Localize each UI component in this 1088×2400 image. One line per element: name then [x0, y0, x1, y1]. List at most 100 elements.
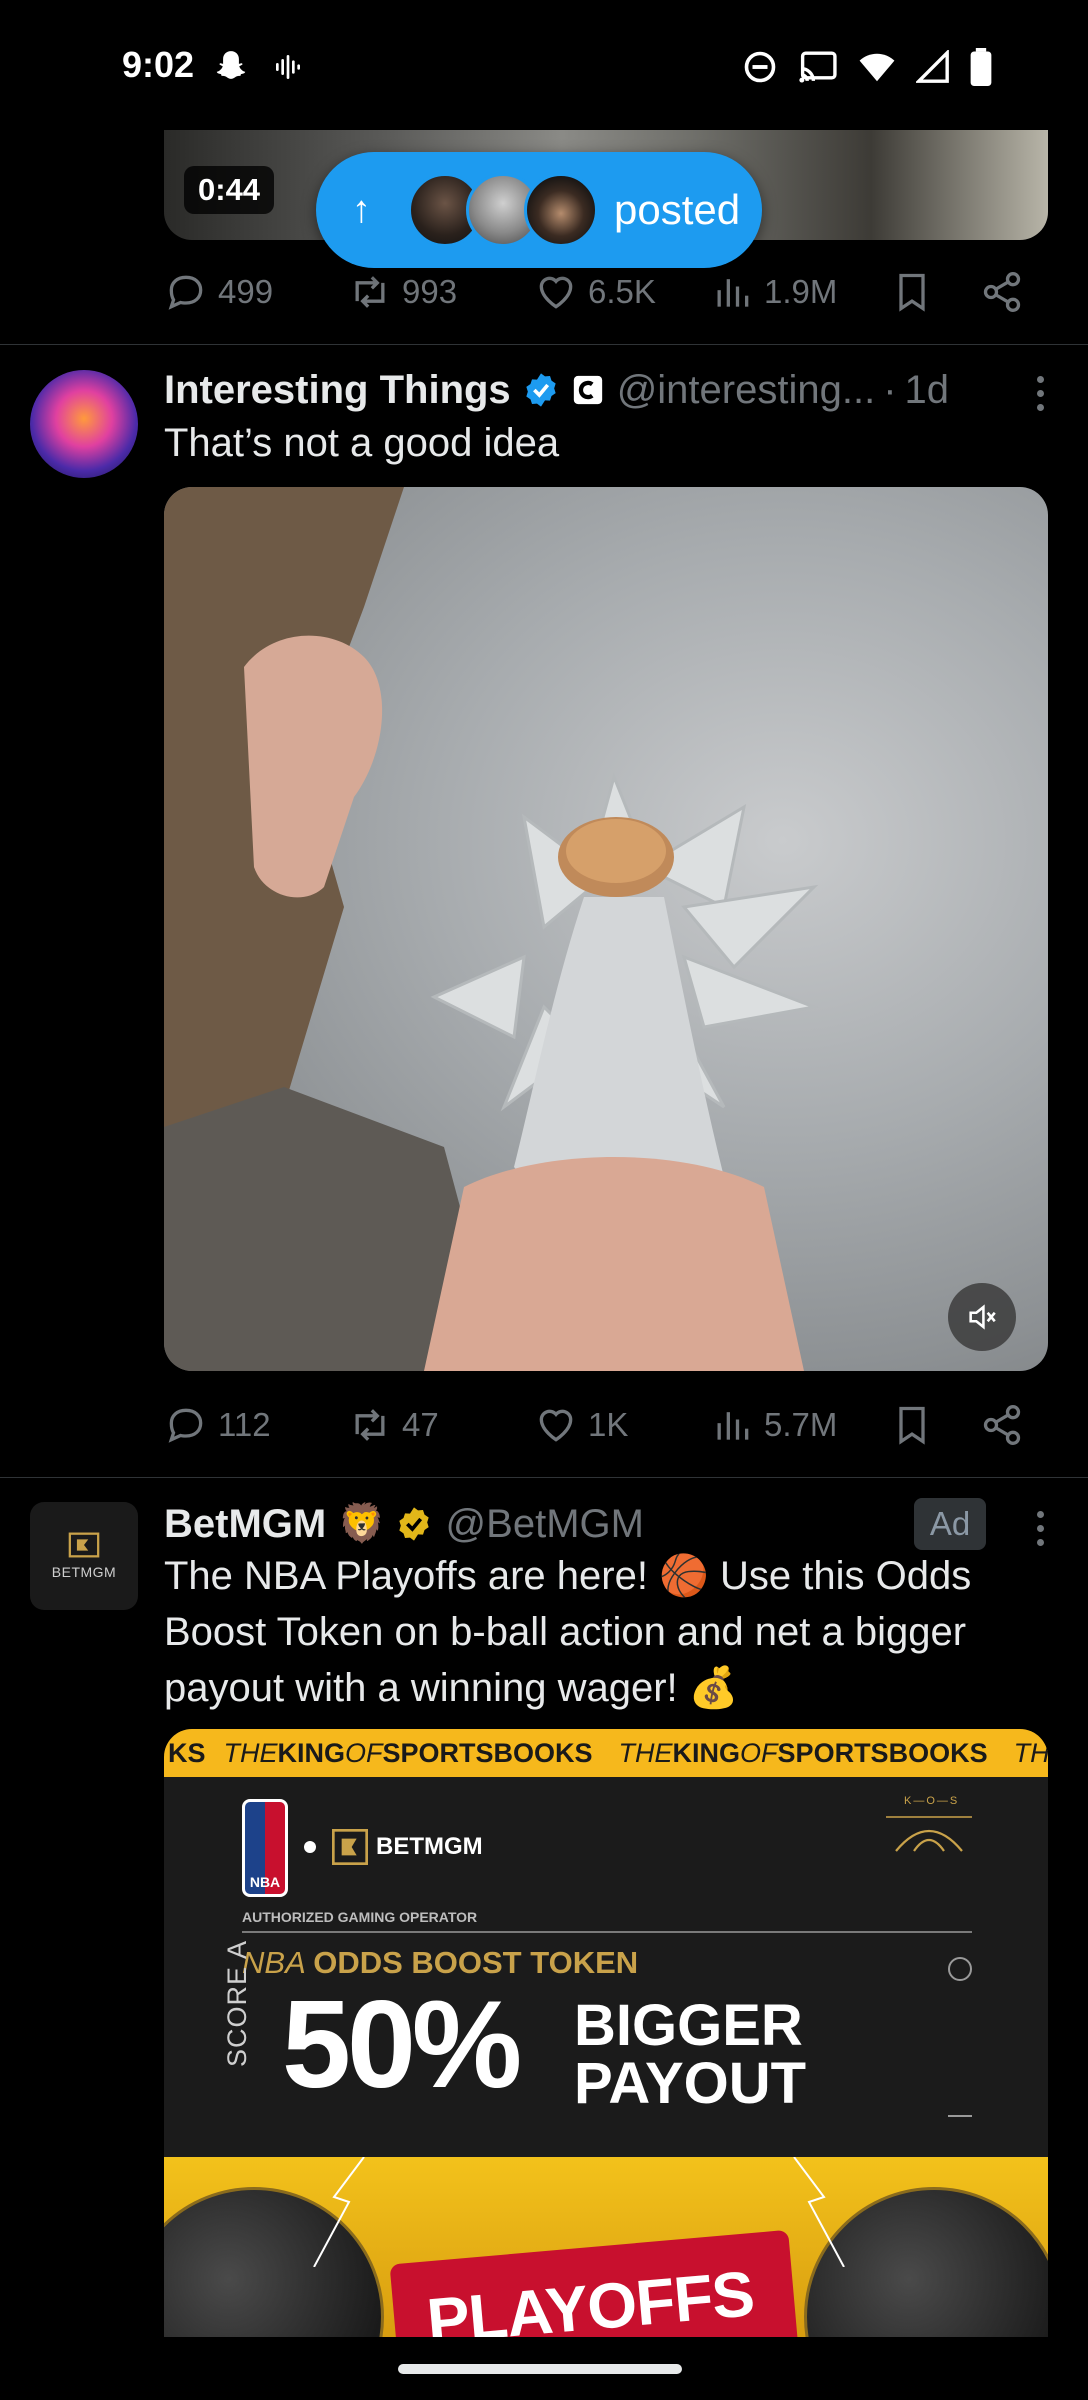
audio-wave-icon — [276, 55, 300, 79]
views-count: 1.9M — [764, 273, 838, 310]
status-left-icons — [212, 48, 304, 86]
avatar-interesting-things[interactable] — [30, 370, 138, 478]
ad-dark-panel: NBA BETMGM K—O—S AUTHORIZED GAMING OPERA… — [164, 1777, 1048, 2157]
battery-icon — [970, 48, 992, 86]
repost-button[interactable]: 993 — [348, 270, 534, 314]
score-a-text: SCORE A — [222, 1939, 252, 2067]
cast-icon — [799, 51, 837, 83]
bookmark-icon — [899, 273, 925, 312]
posted-avatars — [408, 173, 598, 247]
ticker-the: THE — [1013, 1737, 1048, 1768]
tweet-header: Interesting Things @interesting... · 1d — [164, 362, 949, 418]
ticker-the: THE — [223, 1737, 278, 1768]
ad-label: Ad — [914, 1498, 986, 1550]
ticker-king: KING — [277, 1737, 346, 1768]
signal-icon — [916, 50, 949, 83]
repost-count: 47 — [402, 1406, 439, 1443]
more-options-button[interactable] — [1034, 376, 1046, 411]
repost-icon — [355, 276, 385, 308]
arrow-up-icon: ↑ — [352, 188, 371, 231]
bookmark-button[interactable] — [890, 1403, 980, 1447]
author-handle[interactable]: @interesting... — [617, 368, 876, 413]
new-posts-pill[interactable]: ↑ posted — [316, 152, 762, 268]
do-not-disturb-icon — [744, 51, 776, 83]
avatar-betmgm[interactable]: BETMGM — [30, 1502, 138, 1610]
playoffs-banner: PLAYOFFS — [389, 2229, 799, 2337]
authorized-operator-text: AUTHORIZED GAMING OPERATOR — [242, 1909, 478, 1925]
reply-button[interactable]: 499 — [164, 270, 348, 314]
share-icon — [983, 1405, 1021, 1445]
author-handle[interactable]: @BetMGM — [446, 1502, 644, 1547]
mute-button[interactable] — [948, 1283, 1016, 1351]
lion-emoji-icon: 🦁 — [338, 1503, 386, 1545]
lightning-icon — [313, 2157, 365, 2267]
reply-icon — [168, 275, 203, 310]
nba-logo-text: NBA — [249, 1874, 281, 1890]
bookmark-icon — [899, 1406, 925, 1445]
ticker-of: OF — [345, 1737, 383, 1768]
betmgm-logo-text: BETMGM — [376, 1833, 483, 1860]
views-count: 5.7M — [764, 1406, 838, 1443]
like-button[interactable]: 1K — [534, 1403, 710, 1447]
tweet-text: The NBA Playoffs are here! 🏀 Use this Od… — [164, 1554, 972, 1710]
heart-icon — [539, 276, 573, 309]
bigger-text: BIGGER — [574, 1993, 803, 2058]
ad-ticker: KS THE KING OF SPORTSBOOKS THE KING OF S… — [164, 1729, 1048, 1777]
avatar — [524, 173, 598, 247]
bookmark-button[interactable] — [890, 270, 980, 314]
verified-badge-icon — [526, 373, 556, 407]
tweet-text: That’s not a good idea — [164, 421, 560, 465]
avatar-brand-text: BETMGM — [51, 1564, 117, 1580]
tweet-actions: 112 47 1K 5.7M — [164, 1395, 1048, 1455]
token-title-main: ODDS BOOST TOKEN — [313, 1945, 639, 1980]
ticker-sportsbooks: SPORTSBOOKS — [777, 1737, 988, 1768]
ticker-sportsbooks: SPORTSBOOKS — [382, 1737, 593, 1768]
like-button[interactable]: 6.5K — [534, 270, 710, 314]
bullet-dot — [304, 1841, 316, 1853]
verified-gold-badge-icon — [398, 1507, 429, 1541]
reply-count: 112 — [218, 1406, 271, 1443]
share-button[interactable] — [980, 270, 1024, 314]
repost-button[interactable]: 47 — [348, 1403, 534, 1447]
views-chart-icon — [717, 1412, 749, 1440]
ad-ring — [948, 1957, 972, 1981]
separator-dot: · — [883, 367, 897, 412]
status-time: 9:02 — [122, 44, 195, 85]
reply-count: 499 — [218, 273, 274, 310]
tweet-video[interactable] — [164, 487, 1048, 1371]
views-button[interactable]: 5.7M — [710, 1403, 890, 1447]
posted-label: posted — [614, 186, 741, 233]
ticker-fragment: KS — [168, 1737, 206, 1768]
divider — [0, 344, 1088, 345]
video-frame — [164, 487, 820, 1371]
tweet-time[interactable]: 1d — [905, 368, 950, 413]
tweet-actions: 499 993 6.5K 1.9M — [164, 262, 1048, 322]
views-button[interactable]: 1.9M — [710, 270, 890, 314]
betmgm-lion-logo-icon — [68, 1532, 100, 1558]
wifi-icon — [859, 53, 895, 82]
ticker-the: THE — [618, 1737, 673, 1768]
like-count: 6.5K — [588, 273, 656, 310]
volume-muted-icon — [969, 1304, 996, 1330]
like-count: 1K — [588, 1406, 629, 1443]
tweet-header: BetMGM 🦁 @BetMGM — [164, 1496, 644, 1552]
share-button[interactable] — [980, 1403, 1024, 1447]
views-chart-icon — [717, 279, 749, 307]
affiliate-badge-icon — [573, 375, 602, 405]
betmgm-lion-logo-icon — [332, 1829, 368, 1865]
nba-logo: NBA — [242, 1799, 288, 1897]
author-name[interactable]: BetMGM — [164, 1502, 326, 1547]
payout-text: PAYOUT — [574, 2051, 807, 2116]
gesture-nav-handle[interactable] — [398, 2364, 682, 2374]
status-bar: 9:02 — [0, 0, 1088, 130]
author-name[interactable]: Interesting Things — [164, 368, 511, 413]
ad-yellow-panel: PLAYOFFS — [164, 2157, 1048, 2337]
percent-text: 50% — [282, 1976, 522, 2114]
more-options-button[interactable] — [1034, 1511, 1046, 1546]
ad-dash — [948, 2115, 972, 2117]
kos-arch-icon — [886, 1816, 972, 1852]
lightning-icon — [793, 2157, 845, 2267]
video-duration: 0:44 — [184, 166, 275, 214]
ad-creative-image[interactable]: KS THE KING OF SPORTSBOOKS THE KING OF S… — [164, 1729, 1048, 2337]
reply-button[interactable]: 112 — [164, 1403, 348, 1447]
